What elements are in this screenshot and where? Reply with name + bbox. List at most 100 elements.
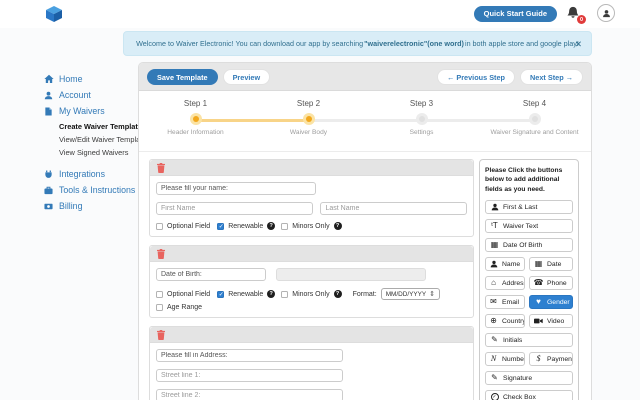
step-dot[interactable] (416, 113, 428, 125)
add-field-date-of-birth-button[interactable]: ▦ Date Of Birth (485, 238, 573, 252)
add-field-label: Signature (503, 375, 532, 382)
sidebar-item-label: Integrations (59, 169, 105, 179)
add-field-label: Gender (547, 299, 570, 306)
renewable-checkbox[interactable] (217, 291, 224, 298)
sidebar-item-label: Tools & Instructions (59, 185, 135, 195)
sidebar-item-billing[interactable]: Billing (44, 201, 138, 211)
address-title-input[interactable] (156, 349, 343, 362)
sidebar-item-my-waivers[interactable]: My Waivers (44, 106, 138, 116)
step-sublabel: Header Information (139, 129, 252, 136)
step-dot[interactable] (529, 113, 541, 125)
sidebar-item-home[interactable]: Home (44, 74, 138, 84)
sidebar-item-integrations[interactable]: Integrations (44, 169, 138, 179)
renewable-checkbox[interactable] (217, 223, 224, 230)
add-field-name-button[interactable]: Name (485, 257, 525, 271)
add-fields-panel: Please Click the buttons below to add ad… (479, 159, 579, 400)
add-field-gender-button[interactable]: ♥ Gender (529, 295, 573, 309)
add-field-waiver-text-button[interactable]: tT Waiver Text (485, 219, 573, 233)
person-icon (490, 203, 499, 211)
field-section-name: Optional Field Renewable ? Minors Only ? (149, 159, 474, 237)
add-field-label: Video (547, 318, 564, 325)
help-icon[interactable]: ? (267, 290, 275, 298)
pencil-icon: ✎ (490, 374, 499, 382)
step-indicator: Step 1 Header Information Step 2 Waiver … (139, 91, 591, 152)
minors-only-checkbox[interactable] (281, 291, 288, 298)
last-name-input[interactable] (320, 202, 467, 215)
help-icon[interactable]: ? (334, 222, 342, 230)
add-field-payment-button[interactable]: $ Payment (529, 352, 573, 366)
add-field-date-button[interactable]: ▦ Date (529, 257, 573, 271)
add-field-address-button[interactable]: ⌂ Address (485, 276, 525, 290)
add-field-country-button[interactable]: ⊕ Country (485, 314, 525, 328)
sidebar-subitem-view-signed-waivers[interactable]: View Signed Waivers (59, 148, 138, 157)
field-section-dob: Optional Field Renewable ? Minors Only ?… (149, 245, 474, 318)
delete-field-icon[interactable] (157, 249, 165, 259)
add-field-label: Address (502, 280, 525, 287)
user-icon (44, 90, 54, 100)
optional-field-checkbox[interactable] (156, 223, 163, 230)
optional-field-checkbox[interactable] (156, 291, 163, 298)
phone-icon: ☎ (534, 279, 543, 287)
add-field-check-box-button[interactable]: ✓ Check Box (485, 390, 573, 400)
add-field-phone-button[interactable]: ☎ Phone (529, 276, 573, 290)
add-field-first-last-button[interactable]: First & Last (485, 200, 573, 214)
step-dot[interactable] (303, 113, 315, 125)
add-field-label: Number (502, 356, 525, 363)
next-step-button[interactable]: Next Step → (520, 69, 583, 85)
waiver-body-editor: Optional Field Renewable ? Minors Only ? (149, 159, 474, 400)
add-field-signature-button[interactable]: ✎ Signature (485, 371, 573, 385)
sidebar-item-label: My Waivers (59, 106, 105, 116)
sidebar-item-tools-instructions[interactable]: Tools & Instructions (44, 185, 138, 195)
street-line-1-input[interactable] (156, 369, 343, 382)
add-field-label: Check Box (503, 394, 536, 400)
step-3: Step 3 Settings (365, 91, 478, 151)
save-template-button[interactable]: Save Template (147, 69, 218, 85)
sidebar-subitem-create-waiver-template[interactable]: Create Waiver Template (59, 122, 138, 131)
calendar-icon: ▦ (490, 241, 499, 249)
quick-start-guide-button[interactable]: Quick Start Guide (474, 6, 557, 22)
minors-only-checkbox[interactable] (281, 223, 288, 230)
notifications-bell-icon[interactable]: 0 (566, 6, 582, 22)
checkbox-label: Age Range (167, 304, 202, 311)
add-field-video-button[interactable]: Video (529, 314, 573, 328)
dollar-icon: $ (534, 355, 543, 363)
step-dot[interactable] (190, 113, 202, 125)
date-format-select[interactable]: MM/DD/YYYY ⇕ (381, 288, 440, 300)
checkbox-label: Optional Field (167, 291, 210, 298)
user-avatar[interactable] (597, 4, 615, 22)
step-label: Step 4 (478, 99, 591, 108)
my-waivers-submenu: Create Waiver Template View/Edit Waiver … (59, 122, 138, 157)
help-icon[interactable]: ? (334, 290, 342, 298)
dob-label-input[interactable] (156, 268, 266, 281)
banner-close-icon[interactable]: ✕ (575, 39, 582, 50)
file-icon (44, 106, 54, 116)
add-field-number-button[interactable]: N Number (485, 352, 525, 366)
add-field-label: Initials (503, 337, 522, 344)
add-field-email-button[interactable]: ✉ Email (485, 295, 525, 309)
step-label: Step 3 (365, 99, 478, 108)
field-title-input[interactable] (156, 182, 316, 195)
sidebar-subitem-view-edit-waiver-template[interactable]: View/Edit Waiver Template (59, 135, 138, 144)
step-4: Step 4 Waiver Signature and Content (478, 91, 591, 151)
age-range-checkbox[interactable] (156, 304, 163, 311)
previous-step-button[interactable]: ← Previous Step (437, 69, 515, 85)
date-format-value: MM/DD/YYYY (386, 291, 426, 298)
sidebar: Home Account My Waivers Create Waiver Te… (44, 74, 138, 217)
delete-field-icon[interactable] (157, 163, 165, 173)
sidebar-item-label: Billing (59, 201, 82, 211)
help-icon[interactable]: ? (267, 222, 275, 230)
sidebar-item-account[interactable]: Account (44, 90, 138, 100)
add-field-label: Phone (547, 280, 567, 287)
delete-field-icon[interactable] (157, 330, 165, 340)
street-line-2-input[interactable] (156, 389, 343, 400)
globe-icon: ⊕ (489, 317, 498, 325)
sidebar-item-label: Home (59, 74, 82, 84)
app-logo-icon[interactable] (44, 4, 64, 24)
add-field-label: Email (502, 299, 519, 306)
preview-button[interactable]: Preview (223, 69, 271, 85)
checkbox-label: Renewable (228, 223, 263, 230)
top-bar: Quick Start Guide 0 (0, 0, 640, 28)
first-name-input[interactable] (156, 202, 313, 215)
add-field-initials-button[interactable]: ✎ Initials (485, 333, 573, 347)
briefcase-icon (44, 185, 54, 195)
